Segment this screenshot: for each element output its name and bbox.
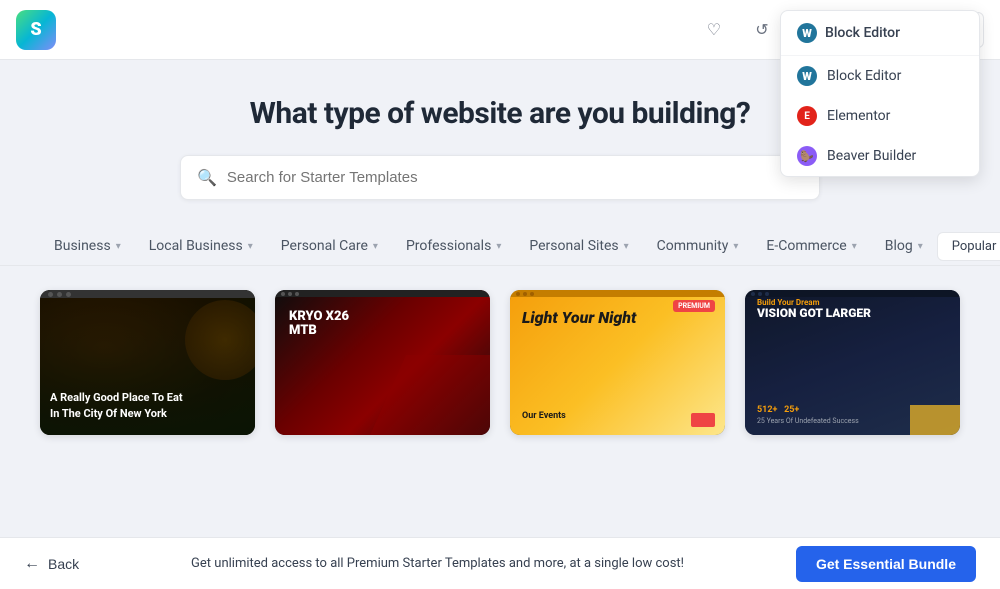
card-bike-text: KRYO X26MTB: [289, 310, 349, 339]
premium-badge: PREMIUM: [673, 300, 715, 312]
back-arrow-icon: ←: [24, 555, 40, 573]
block-editor-icon: W: [797, 66, 817, 86]
dropdown-item-elementor[interactable]: E Elementor: [781, 96, 979, 136]
dot-3: [295, 292, 299, 296]
card-vision-title: VISION GOT LARGER: [757, 306, 948, 320]
dropdown-item-beaver-builder[interactable]: 🦫 Beaver Builder: [781, 136, 979, 176]
heart-icon: ♡: [707, 20, 721, 40]
chevron-down-icon: ▾: [918, 241, 923, 252]
card-event-image: PREMIUM Light Your Night Our Events: [510, 290, 725, 435]
card-restaurant-text: A Really Good Place To EatIn The City Of…: [50, 390, 183, 421]
favorites-button[interactable]: ♡: [696, 12, 732, 48]
tab-e-commerce[interactable]: E-Commerce ▾: [752, 228, 870, 266]
dot-2: [523, 292, 527, 296]
chevron-down-icon: ▾: [852, 241, 857, 252]
vision-background: VISION GOT LARGER Build Your Dream 512+ …: [745, 290, 960, 435]
card-event-subtitle: Our Events: [522, 411, 566, 421]
dot-3: [765, 292, 769, 296]
card-restaurant-image: A Really Good Place To EatIn The City Of…: [40, 290, 255, 435]
card-event-title: Light Your Night: [522, 308, 636, 327]
food-circle-decoration: [185, 300, 255, 380]
template-card-event[interactable]: PREMIUM Light Your Night Our Events: [510, 290, 725, 435]
card-vision-image: VISION GOT LARGER Build Your Dream 512+ …: [745, 290, 960, 435]
dot-2: [57, 292, 62, 297]
browser-bar-vision: [745, 290, 960, 297]
bike-background: KRYO X26MTB: [275, 290, 490, 435]
event-background: PREMIUM Light Your Night Our Events: [510, 290, 725, 435]
browser-bar: [40, 290, 255, 298]
back-label: Back: [48, 556, 79, 572]
dot-1: [48, 292, 53, 297]
chevron-down-icon: ▾: [496, 241, 501, 252]
chevron-down-icon: ▾: [373, 241, 378, 252]
dot-2: [288, 292, 292, 296]
dot-1: [281, 292, 285, 296]
beaver-builder-icon: 🦫: [797, 146, 817, 166]
dot-1: [516, 292, 520, 296]
app-logo: S: [16, 10, 56, 50]
bottom-bar: ← Back Get unlimited access to all Premi…: [0, 537, 1000, 589]
refresh-button[interactable]: ↺: [744, 12, 780, 48]
template-grid: A Really Good Place To EatIn The City Of…: [0, 266, 1000, 459]
dropdown-header-label: Block Editor: [825, 25, 900, 41]
dot-1: [751, 292, 755, 296]
chevron-down-icon: ▾: [116, 241, 121, 252]
bike-shape: [370, 355, 490, 435]
event-cta: [691, 413, 715, 427]
editor-dropdown-menu: W Block Editor W Block Editor E Elemento…: [780, 10, 980, 177]
refresh-icon: ↺: [755, 20, 768, 40]
vision-accent: [910, 405, 960, 435]
tab-community[interactable]: Community ▾: [643, 228, 753, 266]
browser-bar-bike: [275, 290, 490, 297]
dot-2: [758, 292, 762, 296]
elementor-label: Elementor: [827, 108, 890, 124]
dropdown-header: W Block Editor: [781, 11, 979, 56]
get-bundle-button[interactable]: Get Essential Bundle: [796, 546, 976, 582]
dropdown-wp-icon: W: [797, 23, 817, 43]
promo-text: Get unlimited access to all Premium Star…: [191, 556, 684, 571]
chevron-down-icon: ▾: [733, 241, 738, 252]
dot-3: [530, 292, 534, 296]
block-editor-label: Block Editor: [827, 68, 901, 84]
tab-business[interactable]: Business ▾: [40, 228, 135, 266]
back-button[interactable]: ← Back: [24, 555, 79, 573]
popular-filter[interactable]: Popular ▾: [937, 232, 1000, 261]
vision-stats: 512+ 25+ 25 Years Of Undefeated Success: [757, 405, 859, 425]
tab-blog[interactable]: Blog ▾: [871, 228, 937, 266]
template-card-vision[interactable]: VISION GOT LARGER Build Your Dream 512+ …: [745, 290, 960, 435]
browser-bar-event: [510, 290, 725, 297]
tab-professionals[interactable]: Professionals ▾: [392, 228, 515, 266]
popular-label: Popular: [952, 239, 997, 254]
template-card-bike[interactable]: KRYO X26MTB: [275, 290, 490, 435]
template-card-restaurant[interactable]: A Really Good Place To EatIn The City Of…: [40, 290, 255, 435]
search-input[interactable]: [227, 169, 803, 186]
beaver-builder-label: Beaver Builder: [827, 148, 916, 164]
tab-personal-sites[interactable]: Personal Sites ▾: [515, 228, 642, 266]
tab-personal-care[interactable]: Personal Care ▾: [267, 228, 392, 266]
dot-3: [66, 292, 71, 297]
card-bike-image: KRYO X26MTB: [275, 290, 490, 435]
card-vision-tagline: Build Your Dream: [757, 298, 820, 307]
search-bar: 🔍: [180, 155, 820, 200]
filter-tabs: Business ▾ Local Business ▾ Personal Car…: [0, 228, 1000, 266]
elementor-icon: E: [797, 106, 817, 126]
tab-local-business[interactable]: Local Business ▾: [135, 228, 267, 266]
dropdown-item-block-editor[interactable]: W Block Editor: [781, 56, 979, 96]
chevron-down-icon: ▾: [248, 241, 253, 252]
search-icon: 🔍: [197, 168, 217, 187]
search-container: 🔍: [180, 155, 820, 200]
chevron-down-icon: ▾: [624, 241, 629, 252]
restaurant-background: A Really Good Place To EatIn The City Of…: [40, 290, 255, 435]
